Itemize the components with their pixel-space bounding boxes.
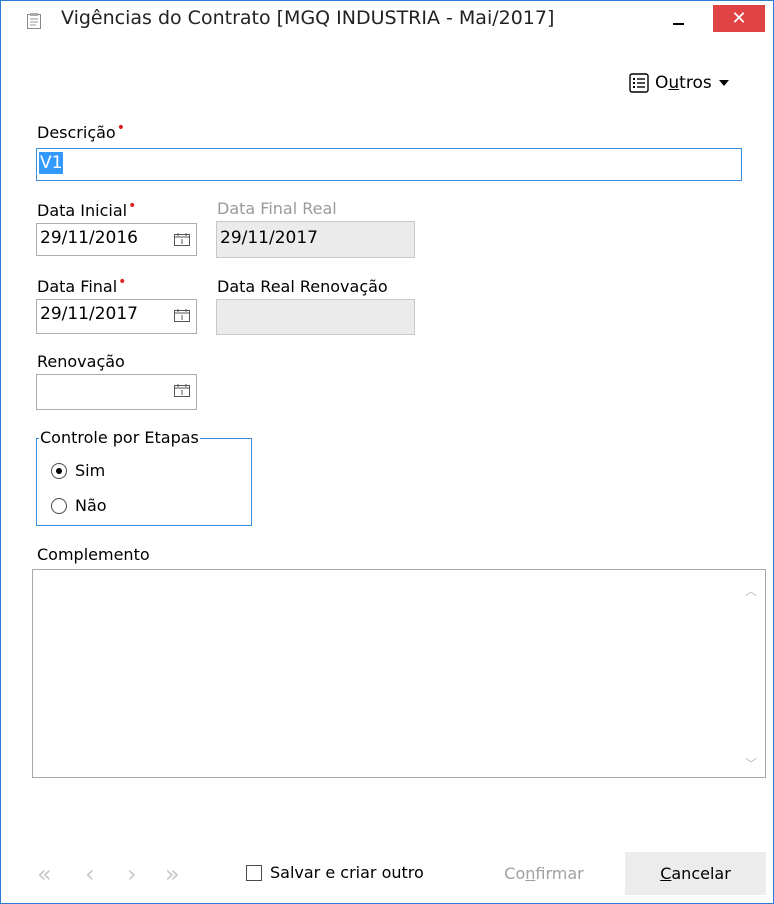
required-marker: • xyxy=(118,274,127,290)
descricao-input[interactable]: V1 xyxy=(36,148,742,181)
list-icon xyxy=(629,73,649,93)
checkbox-box[interactable] xyxy=(246,864,262,881)
required-marker: • xyxy=(128,198,137,214)
last-record-icon[interactable]: » xyxy=(165,859,180,889)
renovacao-label: Renovação xyxy=(37,352,125,371)
data-final-real-label: Data Final Real xyxy=(217,199,337,218)
app-icon xyxy=(27,13,41,29)
close-button[interactable]: ✕ xyxy=(713,5,765,32)
data-final-label: Data Final• xyxy=(37,274,127,296)
radio-circle[interactable] xyxy=(51,497,67,514)
outros-menu-button[interactable]: Outros xyxy=(629,69,730,97)
required-marker: • xyxy=(116,120,125,136)
radio-nao[interactable]: Não xyxy=(51,496,107,515)
controle-por-etapas-group: Sim Não xyxy=(36,438,252,526)
data-final-real-input: 29/11/2017 xyxy=(216,221,415,258)
complemento-label: Complemento xyxy=(37,545,150,564)
outros-label: Outros xyxy=(655,73,712,93)
minimize-icon xyxy=(673,23,684,25)
calendar-icon[interactable] xyxy=(174,233,190,246)
salvar-e-criar-outro-checkbox[interactable]: Salvar e criar outro xyxy=(246,863,424,882)
salvar-e-criar-outro-label: Salvar e criar outro xyxy=(270,863,424,882)
first-record-icon[interactable]: « xyxy=(37,859,52,889)
controle-por-etapas-title: Controle por Etapas xyxy=(39,428,200,447)
data-final-real-value: 29/11/2017 xyxy=(220,228,318,248)
complemento-textarea[interactable]: ︿ ﹀ xyxy=(32,569,766,778)
calendar-icon[interactable] xyxy=(174,384,190,397)
next-record-icon[interactable]: › xyxy=(127,859,137,889)
data-real-renovacao-input xyxy=(216,299,415,335)
dialog-window: Vigências do Contrato [MGQ INDUSTRIA - M… xyxy=(0,0,774,904)
scroll-up-icon[interactable]: ︿ xyxy=(743,582,759,598)
renovacao-input[interactable] xyxy=(36,374,197,410)
title-bar[interactable]: Vigências do Contrato [MGQ INDUSTRIA - M… xyxy=(1,1,773,35)
data-final-input[interactable]: 29/11/2017 xyxy=(36,299,197,334)
calendar-icon[interactable] xyxy=(174,309,190,322)
radio-nao-label: Não xyxy=(75,496,107,515)
previous-record-icon[interactable]: ‹ xyxy=(85,859,95,889)
radio-sim[interactable]: Sim xyxy=(51,461,105,480)
radio-circle[interactable] xyxy=(51,462,67,479)
radio-dot xyxy=(56,467,62,474)
descricao-value: V1 xyxy=(39,152,64,174)
data-final-value: 29/11/2017 xyxy=(40,304,138,324)
data-inicial-input[interactable]: 29/11/2016 xyxy=(36,223,197,256)
cancelar-button[interactable]: Cancelar xyxy=(625,852,766,895)
data-inicial-value: 29/11/2016 xyxy=(40,228,138,248)
minimize-button[interactable] xyxy=(661,5,697,33)
data-inicial-label: Data Inicial• xyxy=(37,198,137,220)
window-title: Vigências do Contrato [MGQ INDUSTRIA - M… xyxy=(61,7,555,29)
descricao-label: Descrição• xyxy=(37,120,125,142)
radio-sim-label: Sim xyxy=(75,461,106,480)
data-real-renovacao-label: Data Real Renovação xyxy=(217,277,388,296)
caret-down-icon xyxy=(718,80,729,86)
confirmar-button[interactable]: Confirmar xyxy=(489,854,599,894)
scroll-down-icon[interactable]: ﹀ xyxy=(743,755,759,771)
